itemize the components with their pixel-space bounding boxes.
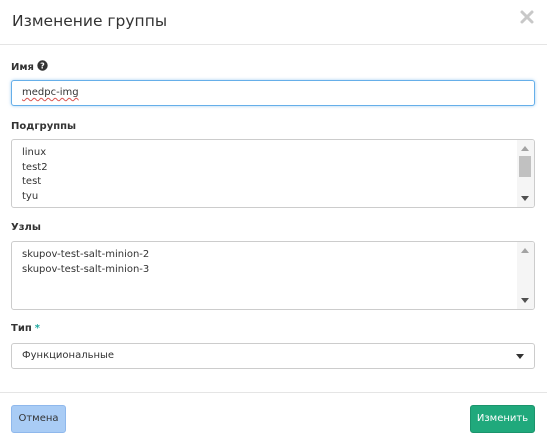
name-label-row: Имя? [11, 60, 48, 74]
scroll-up-icon[interactable] [521, 146, 529, 151]
nodes-label: Узлы [11, 222, 41, 233]
question-circle-icon[interactable]: ? [37, 60, 48, 74]
scrollbar-thumb[interactable] [519, 156, 531, 177]
nodes-list: skupov-test-salt-minion-2 skupov-test-sa… [22, 248, 149, 277]
close-icon[interactable] [519, 9, 535, 25]
type-label-row: Тип * [11, 323, 40, 334]
required-marker: * [34, 323, 40, 334]
type-select-value: Функциональные [22, 350, 115, 361]
dialog-header: Изменение группы [0, 0, 547, 45]
name-label: Имя [11, 62, 34, 73]
scroll-down-icon[interactable] [521, 196, 529, 201]
list-item[interactable]: skupov-test-salt-minion-3 [22, 263, 149, 278]
name-input[interactable]: medpc-img [11, 80, 535, 106]
scroll-down-icon[interactable] [521, 298, 529, 303]
subgroups-scrollbar[interactable] [517, 140, 534, 207]
chevron-down-icon [516, 354, 524, 359]
nodes-scrollbar[interactable] [517, 242, 534, 309]
type-select[interactable]: Функциональные [11, 343, 535, 369]
name-input-value: medpc-img [22, 87, 79, 98]
dialog-title: Изменение группы [12, 12, 168, 30]
edit-group-dialog: Изменение группы Имя? medpc-img Подгрупп… [0, 0, 547, 445]
cancel-button[interactable]: Отмена [11, 405, 66, 433]
list-item[interactable]: tyu [22, 190, 48, 205]
nodes-listbox[interactable]: skupov-test-salt-minion-2 skupov-test-sa… [11, 241, 535, 310]
subgroups-list: linux test2 test tyu [22, 146, 48, 204]
dialog-footer: Отмена Изменить [0, 392, 547, 445]
svg-text:?: ? [40, 62, 45, 71]
scroll-up-icon[interactable] [521, 248, 529, 253]
type-label: Тип [11, 323, 32, 334]
list-item[interactable]: skupov-test-salt-minion-2 [22, 248, 149, 263]
save-button[interactable]: Изменить [470, 405, 535, 433]
list-item[interactable]: test [22, 175, 48, 190]
list-item[interactable]: test2 [22, 161, 48, 176]
subgroups-listbox[interactable]: linux test2 test tyu [11, 139, 535, 208]
subgroups-label: Подгруппы [11, 121, 77, 132]
list-item[interactable]: linux [22, 146, 48, 161]
